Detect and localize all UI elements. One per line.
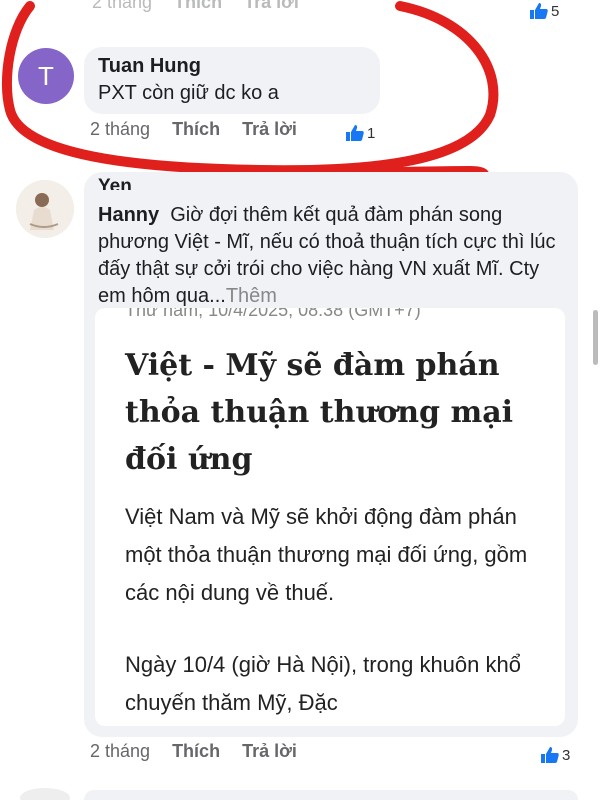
article-date: Thứ năm, 10/4/2025, 08:38 (GMT+7): [125, 308, 421, 320]
scrollbar[interactable]: [593, 310, 598, 365]
comment-author-line1[interactable]: Yen: [98, 176, 132, 190]
article-headline: Việt - Mỹ sẽ đàm phán thỏa thuận thương …: [125, 348, 514, 477]
previous-comment-meta: 2 tháng Thích Trả lời: [92, 0, 321, 13]
avatar-photo-icon: [16, 180, 74, 238]
thumbs-up-icon: [541, 747, 559, 763]
previous-comment-like-count[interactable]: 5: [529, 2, 559, 20]
next-comment-avatar[interactable]: [20, 788, 70, 800]
like-count-number: 5: [551, 2, 560, 20]
comment-text: Giờ đợi thêm kết quả đàm phán song phươn…: [98, 204, 556, 307]
reply-action[interactable]: Trả lời: [242, 119, 297, 140]
like-action[interactable]: Thích: [174, 0, 222, 13]
like-action[interactable]: Thích: [172, 119, 220, 140]
like-action[interactable]: Thích: [172, 741, 220, 762]
comment-time: 2 tháng: [90, 119, 151, 139]
comment-text-block: Hanny Giờ đợi thêm kết quả đàm phán song…: [98, 202, 568, 310]
comment-like-count[interactable]: 3: [540, 746, 570, 764]
avatar-letter: T: [38, 60, 54, 91]
like-count-number: 3: [562, 746, 571, 764]
comment-author[interactable]: Tuan Hung: [98, 55, 366, 78]
see-more-link[interactable]: Thêm: [226, 285, 277, 307]
comment-time: 2 tháng: [90, 741, 151, 761]
reply-action[interactable]: Trả lời: [244, 0, 299, 13]
reply-action[interactable]: Trả lời: [242, 741, 297, 762]
comment-meta: 2 tháng Thích Trả lời: [90, 119, 319, 140]
comment-bubble: Tuan Hung PXT còn giữ dc ko a: [84, 47, 380, 114]
next-comment-bubble: [84, 790, 578, 800]
comment-author[interactable]: Hanny: [98, 204, 159, 226]
like-count-number: 1: [367, 124, 376, 142]
comment-like-count[interactable]: 1: [345, 124, 375, 142]
article-lead: Việt Nam và Mỹ sẽ khởi động đàm phán một…: [125, 504, 528, 605]
comment-time: 2 tháng: [92, 0, 153, 12]
thumbs-up-icon: [530, 3, 548, 19]
avatar[interactable]: T: [18, 48, 74, 104]
comment-meta: 2 tháng Thích Trả lời: [90, 741, 319, 762]
article-paragraph: Ngày 10/4 (giờ Hà Nội), trong khuôn khổ …: [125, 652, 521, 715]
comment-text: PXT còn giữ dc ko a: [98, 82, 279, 104]
thumbs-up-icon: [346, 125, 364, 141]
avatar[interactable]: [16, 180, 74, 238]
shared-article-card[interactable]: Thứ năm, 10/4/2025, 08:38 (GMT+7) Việt -…: [95, 308, 565, 726]
